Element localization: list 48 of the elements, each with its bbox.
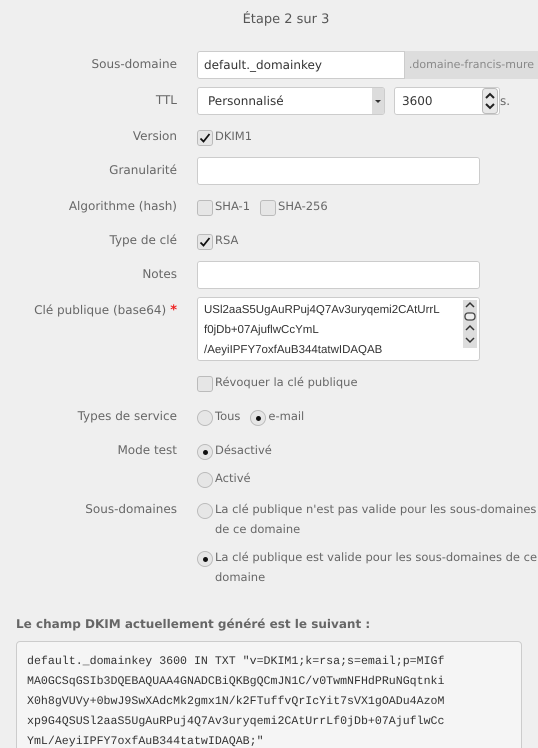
field-label: Clé publique (base64) (34, 303, 166, 318)
ttl-dropdown[interactable]: Personnalisé (197, 87, 385, 115)
radio-button[interactable] (197, 444, 213, 460)
checkbox-label: SHA-256 (278, 198, 328, 215)
checkbox[interactable] (197, 234, 213, 250)
radio-label: Tous (215, 408, 240, 425)
field-label: Type de clé (109, 233, 177, 247)
radio-button[interactable] (250, 410, 266, 426)
checkbox-label: DKIM1 (215, 128, 252, 145)
field-label: Notes (142, 267, 177, 281)
caret-icon (372, 88, 384, 114)
ttl-number-field[interactable]: 3600 (394, 87, 500, 115)
text-field[interactable] (197, 157, 480, 185)
checkbox[interactable] (260, 200, 276, 216)
section-heading: Le champ DKIM actuellement généré est le suivant : (16, 617, 372, 631)
radio-button[interactable] (197, 472, 213, 488)
checkbox[interactable] (197, 200, 213, 216)
radio-button[interactable] (197, 551, 213, 567)
field-label: Sous-domaines (85, 502, 177, 516)
scrollbar-icon[interactable] (463, 300, 477, 348)
step-title: Étape 2 sur 3 (242, 10, 330, 29)
text-field[interactable] (197, 261, 480, 289)
field-label: Mode test (117, 443, 177, 457)
checkbox[interactable] (197, 130, 213, 146)
required-marker: * (170, 303, 177, 318)
radio-button[interactable] (197, 410, 213, 426)
field-label: Algorithme (hash) (68, 199, 177, 213)
radio-button[interactable] (197, 503, 213, 519)
radio-label: e-mail (268, 408, 304, 425)
dkim-record-code: default._domainkey 3600 IN TXT "v=DKIM1;k=rsa;s=email;p=MIGf MA0GCSqGSIb3DQEBAQUAA4GNADCBiQKBgQCmJN1C/v0TwmNFHdPRuNGqtnki X0h8gVUVy+0bwJ9SwXAdcMk2gmx1N/k2FTuffvQrIcYit7sVX1gOADu4AzoM xp9G4QSUSl2aaS5UgAuRPuj4Q7Av3uryqemi2CAtUrrLf0jDb+07AjuflwCc YmL/AeyiIPFY7oxfAuB344tatwIDAQAB;" (16, 641, 522, 748)
field-label: Version (132, 129, 177, 143)
checkbox[interactable] (197, 376, 213, 392)
domain-suffix: .domaine-francis-mure (404, 51, 538, 79)
field-label: Granularité (109, 163, 177, 177)
unit-label: s. (500, 94, 510, 108)
field-label: Types de service (78, 409, 177, 423)
public-key-textarea[interactable]: USl2aaS5UgAuRPuj4Q7Av3uryqemi2CAtUrrL f0jDb+07AjuflwCcYmL /AeyiIPFY7oxfAuB344tatwIDAQAB (197, 297, 480, 361)
radio-label: La clé publique n'est pas valide pour les sous-domaines de ce domaine (215, 501, 538, 538)
radio-label: La clé publique est valide pour les sous-domaines de ce domaine (215, 549, 538, 586)
field-label: Sous-domaine (92, 57, 177, 71)
checkbox-label: SHA-1 (215, 198, 250, 215)
subdomain-field[interactable]: default._domainkey (197, 51, 405, 79)
radio-label: Désactivé (215, 442, 272, 459)
checkbox-label: RSA (215, 232, 238, 249)
checkbox-label: Révoquer la clé publique (215, 374, 358, 391)
spinner-icon[interactable] (482, 88, 498, 114)
radio-label: Activé (215, 470, 251, 487)
field-label: TTL (156, 93, 177, 107)
